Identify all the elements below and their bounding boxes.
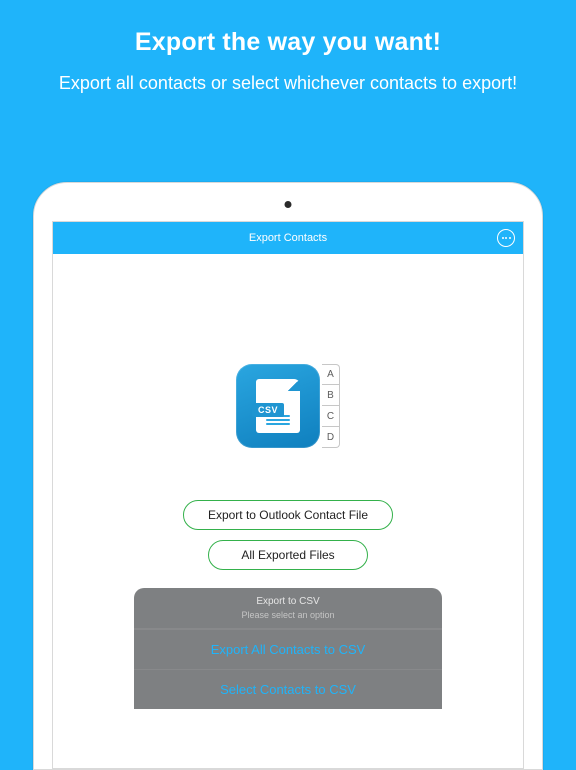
- action-sheet-title: Export to CSV: [134, 596, 442, 607]
- index-tab: C: [322, 406, 340, 427]
- csv-badge: CSV: [252, 403, 284, 417]
- all-exported-files-button[interactable]: All Exported Files: [208, 540, 368, 570]
- more-button[interactable]: [497, 229, 515, 247]
- select-contacts-option[interactable]: Select Contacts to CSV: [134, 669, 442, 709]
- option-label: Export All Contacts to CSV: [211, 642, 366, 657]
- button-label: Export to Outlook Contact File: [208, 508, 368, 522]
- index-tab: B: [322, 385, 340, 406]
- app-screen: Export Contacts CSV A B C D: [52, 221, 524, 769]
- csv-document-icon: CSV: [236, 364, 320, 448]
- option-label: Select Contacts to CSV: [220, 682, 356, 697]
- index-tab: D: [322, 427, 340, 448]
- device-frame: Export Contacts CSV A B C D: [33, 182, 543, 770]
- promo-hero: Export the way you want! Export all cont…: [0, 0, 576, 129]
- export-outlook-button[interactable]: Export to Outlook Contact File: [183, 500, 393, 530]
- action-sheet-header: Export to CSV Please select an option: [134, 588, 442, 629]
- index-tab: A: [322, 364, 340, 385]
- app-navbar: Export Contacts: [53, 222, 523, 254]
- button-label: All Exported Files: [241, 548, 334, 562]
- action-sheet: Export to CSV Please select an option Ex…: [134, 588, 442, 709]
- export-all-option[interactable]: Export All Contacts to CSV: [134, 629, 442, 669]
- camera-dot: [285, 201, 292, 208]
- contact-index-tabs: A B C D: [322, 364, 340, 448]
- promo-title: Export the way you want!: [40, 28, 536, 57]
- action-sheet-subtitle: Please select an option: [134, 610, 442, 620]
- app-icon: CSV A B C D: [236, 364, 340, 448]
- navbar-title: Export Contacts: [249, 232, 327, 244]
- app-content: CSV A B C D Export to Outlook Contact Fi…: [53, 254, 523, 709]
- promo-subtitle: Export all contacts or select whichever …: [40, 71, 536, 95]
